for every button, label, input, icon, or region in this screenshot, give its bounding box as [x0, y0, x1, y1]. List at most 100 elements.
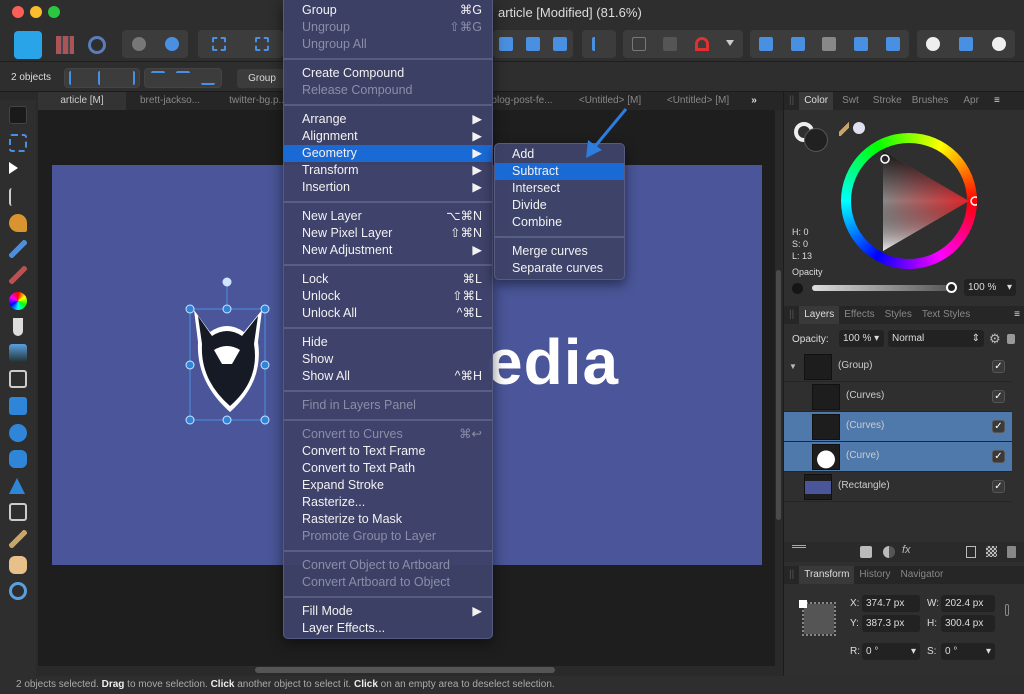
layer-visibility-checkbox[interactable]: ✓	[992, 420, 1005, 433]
menu-item-show[interactable]: Show	[284, 351, 492, 368]
brush-tool-icon[interactable]	[9, 266, 27, 284]
menu-item-merge-curves[interactable]: Merge curves	[495, 243, 624, 260]
h-field[interactable]: 300.4 px	[941, 615, 995, 632]
flip-horizontal-icon[interactable]	[499, 37, 514, 51]
menu-item-new-pixel-layer[interactable]: New Pixel Layer ⇧⌘N	[284, 225, 492, 242]
layer-row[interactable]: (Curves) ✓	[784, 412, 1012, 442]
select-all-icon[interactable]	[212, 37, 227, 51]
anchor-point-active[interactable]	[799, 600, 807, 608]
opacity-field[interactable]: 100 % ▾	[964, 279, 1016, 296]
new-layer-icon[interactable]	[966, 546, 976, 558]
panel-menu-icon[interactable]: ≡	[989, 92, 1005, 110]
tab-swatches[interactable]: Swt	[833, 92, 868, 110]
menu-item-convert-object-to-artboard[interactable]: Convert Object to Artboard	[284, 557, 492, 574]
rotate-right-icon[interactable]	[552, 37, 567, 51]
crop-tool-icon[interactable]	[9, 370, 27, 388]
layers-stack-icon[interactable]	[792, 545, 806, 557]
menu-item-unlock-all[interactable]: Unlock All ^⌘L	[284, 305, 492, 322]
fx-icon[interactable]: fx	[902, 544, 911, 556]
blend-mode-select[interactable]: Normal ⇕	[888, 330, 984, 347]
align-middle-icon[interactable]	[175, 71, 190, 85]
mask-icon[interactable]	[860, 546, 872, 558]
menu-item-lock[interactable]: Lock ⌘L	[284, 271, 492, 288]
opacity-slider-knob[interactable]	[946, 282, 957, 293]
menu-item-find-in-layers-panel[interactable]: Find in Layers Panel	[284, 397, 492, 414]
menu-item-promote-group-to-layer[interactable]: Promote Group to Layer	[284, 528, 492, 545]
vertical-scrollbar[interactable]	[776, 270, 781, 520]
layer-row[interactable]: (Curves) ✓	[784, 382, 1012, 412]
snap-arrow-icon[interactable]	[663, 37, 678, 51]
fill-tool-icon[interactable]	[9, 292, 27, 310]
menu-item-hide[interactable]: Hide	[284, 334, 492, 351]
move-front-icon[interactable]	[926, 37, 941, 51]
snapping-dropdown-icon[interactable]	[726, 40, 735, 48]
arrange-icon[interactable]	[991, 37, 1006, 51]
menu-item-convert-to-curves[interactable]: Convert to Curves ⌘↩	[284, 426, 492, 443]
color-picker-tool-icon[interactable]	[9, 530, 27, 548]
menu-item-combine[interactable]: Combine	[495, 214, 624, 231]
opacity-slider[interactable]	[812, 285, 952, 291]
menu-item-arrange[interactable]: Arrange ▶	[284, 111, 492, 128]
menu-item-convert-artboard-to-object[interactable]: Convert Artboard to Object	[284, 574, 492, 591]
menu-item-convert-to-text-frame[interactable]: Convert to Text Frame	[284, 443, 492, 460]
layer-opacity-field[interactable]: 100 % ▾	[839, 330, 884, 347]
menu-item-fill-mode[interactable]: Fill Mode ▶	[284, 603, 492, 620]
menu-item-transform[interactable]: Transform ▶	[284, 162, 492, 179]
layer-visibility-checkbox[interactable]: ✓	[992, 480, 1005, 493]
x-field[interactable]: 374.7 px	[862, 595, 920, 612]
menu-item-layer-effects[interactable]: Layer Effects...	[284, 620, 492, 637]
menu-item-new-adjustment[interactable]: New Adjustment ▶	[284, 242, 492, 259]
tab-navigator[interactable]: Navigator	[896, 566, 949, 584]
hand-tool-icon[interactable]	[9, 556, 27, 574]
pixel-persona-icon[interactable]	[56, 36, 74, 54]
tab-color[interactable]: Color	[799, 92, 834, 110]
zoom-tool-icon[interactable]	[9, 582, 27, 600]
rotation-field[interactable]: 0 ° ▾	[862, 643, 920, 660]
affinity-designer-persona-icon[interactable]	[14, 31, 42, 59]
grid-icon[interactable]	[631, 37, 646, 51]
rotate-left-icon[interactable]	[525, 37, 540, 51]
menu-item-convert-to-text-path[interactable]: Convert to Text Path	[284, 460, 492, 477]
y-field[interactable]: 387.3 px	[862, 615, 920, 632]
tab-history[interactable]: History	[854, 566, 895, 584]
layer-visibility-checkbox[interactable]: ✓	[992, 360, 1005, 373]
export-persona-icon[interactable]	[88, 36, 106, 54]
menu-item-geometry[interactable]: Geometry ▶	[284, 145, 492, 162]
ellipse-tool-icon[interactable]	[9, 424, 27, 442]
artboard-tool-icon[interactable]	[9, 134, 27, 152]
rectangle-tool-icon[interactable]	[9, 397, 27, 415]
w-field[interactable]: 202.4 px	[941, 595, 995, 612]
pencil-tool-icon[interactable]	[9, 240, 27, 258]
align-right-icon[interactable]	[121, 71, 135, 85]
compound-icon[interactable]	[131, 37, 146, 51]
tab-brushes[interactable]: Brushes	[907, 92, 954, 110]
hue-picker[interactable]	[970, 196, 977, 206]
triangle-tool-icon[interactable]	[9, 478, 25, 494]
corner-tool-icon[interactable]	[9, 188, 27, 206]
adjustment-icon[interactable]	[883, 546, 895, 558]
menu-item-alignment[interactable]: Alignment ▶	[284, 128, 492, 145]
fill-color-swatch[interactable]	[804, 128, 828, 152]
text-tool-icon[interactable]	[9, 503, 27, 521]
tab-appearance[interactable]: Apr	[953, 92, 989, 110]
align-button[interactable]	[582, 30, 616, 58]
horizontal-scrollbar[interactable]	[255, 667, 555, 673]
rounded-rectangle-tool-icon[interactable]	[9, 450, 27, 468]
viking-logo-selection[interactable]	[180, 272, 280, 432]
transparency-tool-icon[interactable]	[13, 318, 23, 336]
menu-item-create-compound[interactable]: Create Compound	[284, 65, 492, 82]
lock-icon[interactable]	[1007, 334, 1015, 344]
group-button[interactable]: Group	[237, 69, 287, 88]
menu-item-insertion[interactable]: Insertion ▶	[284, 179, 492, 196]
minimize-window-button[interactable]	[30, 6, 42, 18]
doc-tab[interactable]: <Untitled> [M]	[654, 92, 742, 110]
doc-tab[interactable]: article [M]	[38, 92, 126, 110]
intersect-icon[interactable]	[822, 37, 837, 51]
shear-field[interactable]: 0 ° ▾	[941, 643, 995, 660]
tab-layers[interactable]: Layers	[799, 306, 840, 324]
align-left-icon[interactable]	[69, 71, 83, 85]
subtract-icon[interactable]	[790, 37, 805, 51]
zoom-window-button[interactable]	[48, 6, 60, 18]
align-bottom-icon[interactable]	[201, 71, 216, 85]
layer-row[interactable]: (Rectangle) ✓	[784, 472, 1012, 502]
